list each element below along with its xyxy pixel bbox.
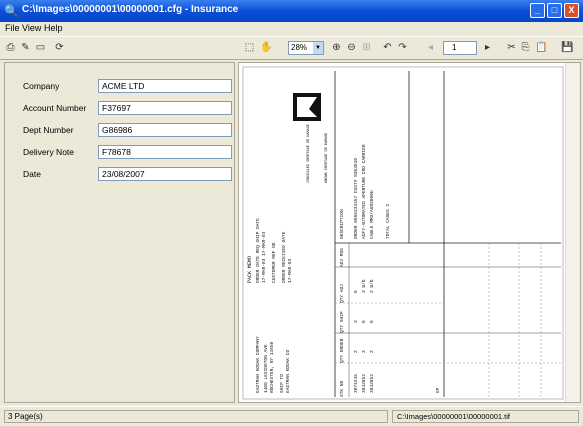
delivery-note-field[interactable]: F78678 <box>98 145 232 159</box>
col-adj-msg: ADJ MSG <box>339 248 345 267</box>
cut-icon[interactable]: ✂ <box>505 41 518 54</box>
doc-gp: GP <box>435 387 441 393</box>
next-page-icon[interactable]: ▸ <box>481 41 494 54</box>
doc-order-received: ORDER RECEIVED DATE <box>281 231 287 283</box>
index-panel: Company ACME LTD Account Number F37697 D… <box>4 62 235 403</box>
zoom-select[interactable]: 28% ▼ <box>288 41 324 55</box>
row3-order: 2 <box>369 350 375 353</box>
zoom-out-icon[interactable]: ⊖ <box>345 41 358 54</box>
row1-desc: ORDER 0056233457 CUST# 8303510 <box>353 158 359 239</box>
page-count: 3 Page(s) <box>4 410 388 423</box>
col-qty-adj: QTY ADJ <box>339 284 345 303</box>
doc-order-received-value: 17-MAR-03 <box>287 258 293 283</box>
pan-hand-icon[interactable]: ✋ <box>260 41 273 54</box>
col-qty-ship: QTY SHIP <box>339 311 345 333</box>
doc-address: 1400 LEXINGTON AVE <box>263 344 269 393</box>
row3-stk: 3842952 <box>369 374 375 393</box>
col-description: DESCRIPTION <box>339 209 345 239</box>
date-field[interactable]: 23/08/2007 <box>98 167 232 181</box>
row2-ship: 0 <box>361 320 367 323</box>
dept-number-field[interactable]: G86986 <box>98 123 232 137</box>
doc-city: ROCHESTER, NY 14650 <box>269 341 275 393</box>
account-number-field[interactable]: F37697 <box>98 101 232 115</box>
row3-adj: 2 B/O <box>369 279 375 293</box>
fit-page-icon[interactable]: ⊞ <box>360 41 373 54</box>
row2-order: 3 <box>361 350 367 353</box>
row1-ship: 3 <box>353 320 359 323</box>
toolbar: ⎙ ✎ ▭ ⟳ ⬚ ✋ 28% ▼ ⊕ ⊖ ⊞ ↶ ↷ ◂ 1 ▸ ✂ ⎘ 📋 … <box>0 36 583 60</box>
row1-order: 2 <box>353 350 359 353</box>
row1-stk: 3874245 <box>353 374 359 393</box>
index-icon[interactable]: ▭ <box>34 41 47 54</box>
vertical-scrollbar[interactable] <box>565 63 580 402</box>
doc-total: TOTAL CASES 2 <box>385 204 391 239</box>
row2-desc: ACF7-AUTOMATED APERTURE CRD CARRIER <box>361 144 367 239</box>
status-bar: 3 Page(s) C:\Images\00000001\00000001.ti… <box>0 406 583 426</box>
doc-heading: PACK MEMO <box>247 256 253 283</box>
row1-adj: 0 <box>353 290 359 293</box>
menu-view[interactable]: View <box>22 23 41 33</box>
company-field[interactable]: ACME LTD <box>98 79 232 93</box>
company-label: Company <box>23 81 60 91</box>
zoom-in-icon[interactable]: ⊕ <box>330 41 343 54</box>
account-number-label: Account Number <box>23 103 87 113</box>
select-region-icon[interactable]: ⬚ <box>243 41 256 54</box>
menu-help[interactable]: Help <box>44 23 63 33</box>
app-icon: 🔍 <box>4 4 19 18</box>
copy-icon[interactable]: ⎘ <box>519 41 532 54</box>
minimize-button[interactable]: _ <box>530 3 545 18</box>
col-stk-no: STK NO <box>339 380 345 397</box>
document-page: EASTMAN KODAK COMPANY 1400 LEXINGTON AVE… <box>242 66 564 400</box>
doc-company: EASTMAN KODAK COMPANY <box>255 336 261 393</box>
row3-desc: CABLE MM2/A6R2000U <box>369 190 375 239</box>
col-qty-order: QTY ORDER <box>339 338 345 363</box>
menu-bar: File View Help <box>0 22 583 35</box>
document-viewer[interactable]: EASTMAN KODAK COMPANY 1400 LEXINGTON AVE… <box>238 62 581 403</box>
row2-adj: 3 B/O <box>361 279 367 293</box>
rotate-left-icon[interactable]: ↶ <box>381 41 394 54</box>
scan-icon[interactable]: ✎ <box>19 41 32 54</box>
close-button[interactable]: X <box>564 3 579 18</box>
dept-number-label: Dept Number <box>23 125 74 135</box>
window-title: C:\Images\00000001\00000001.cfg - Insura… <box>22 4 239 15</box>
menu-file[interactable]: File <box>5 23 20 33</box>
refresh-icon[interactable]: ⟳ <box>53 41 66 54</box>
maximize-button[interactable]: □ <box>547 3 562 18</box>
doc-customer-ref: CUSTOMER REF NO <box>271 242 277 283</box>
file-path: C:\Images\00000001\00000001.tif <box>392 410 579 423</box>
save-icon[interactable]: 💾 <box>561 41 574 54</box>
rotate-right-icon[interactable]: ↷ <box>396 41 409 54</box>
doc-concealed-shortage: CONCEALED SHORTAGE OR DAMAGE <box>307 124 311 183</box>
doc-order-dates-value: 17-MAR-03 17-MAR-03 <box>261 231 267 283</box>
doc-known-shortage: KNOWN SHORTAGE OR DAMAGE <box>325 133 329 183</box>
previous-page-icon[interactable]: ◂ <box>424 41 437 54</box>
kodak-logo <box>293 93 321 121</box>
delivery-note-label: Delivery Note <box>23 147 75 157</box>
row3-ship: 0 <box>369 320 375 323</box>
chevron-down-icon: ▼ <box>313 42 323 54</box>
print-icon[interactable]: ⎙ <box>4 41 17 54</box>
paste-icon[interactable]: 📋 <box>535 41 548 54</box>
doc-ship-to: SHIP TO <box>279 374 285 393</box>
doc-ship-name: EASTMAN KODAK CO <box>285 349 291 393</box>
row2-stk: 3842952 <box>361 374 367 393</box>
page-number-input[interactable]: 1 <box>443 41 477 55</box>
doc-order-date: ORDER DATE REQ SHIP DATE <box>255 218 261 283</box>
title-bar[interactable]: 🔍 C:\Images\00000001\00000001.cfg - Insu… <box>0 0 583 22</box>
date-label: Date <box>23 169 41 179</box>
